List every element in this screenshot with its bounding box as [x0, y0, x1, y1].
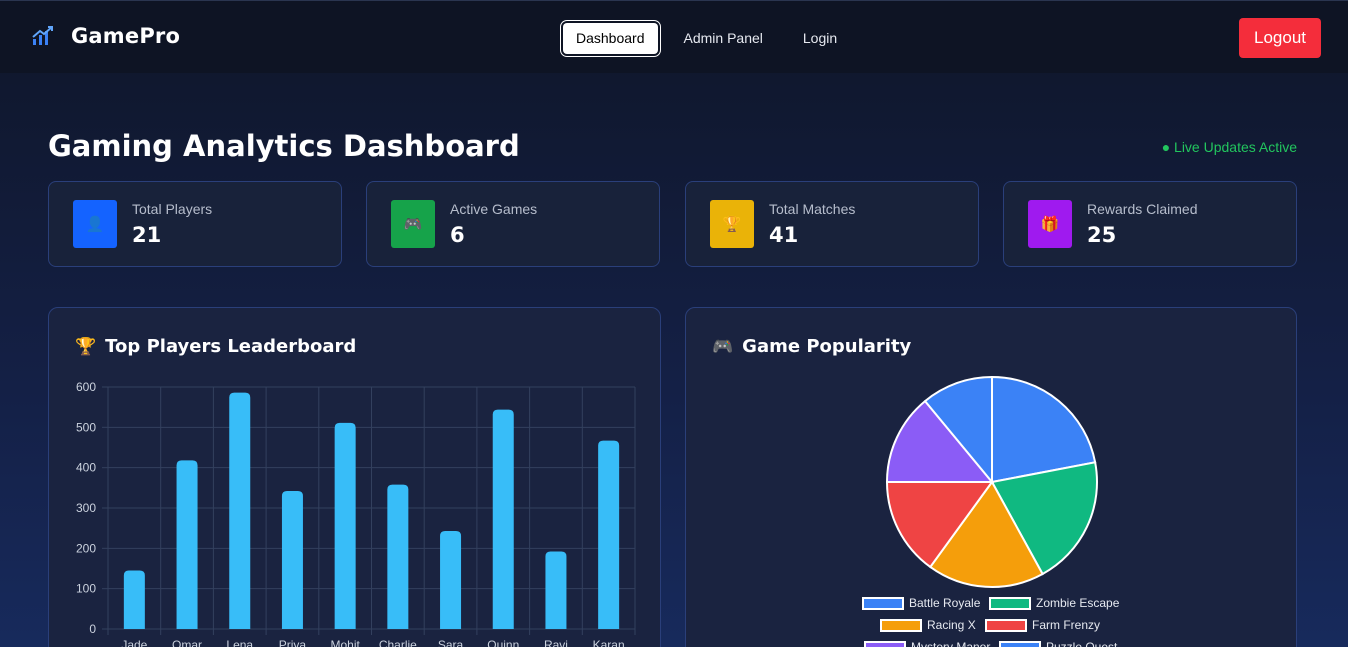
- logout-button[interactable]: Logout: [1239, 18, 1321, 58]
- y-tick-label: 0: [89, 622, 96, 636]
- legend-label: Farm Frenzy: [1032, 618, 1101, 632]
- bar-charlie[interactable]: [387, 484, 409, 629]
- navbar: GamePro Dashboard Admin Panel Login Logo…: [0, 0, 1348, 73]
- gamepad-icon: 🎮: [391, 200, 435, 248]
- player-icon: 👤: [73, 200, 117, 248]
- bar-ravi[interactable]: [545, 551, 567, 629]
- x-tick-label: Quinn: [487, 638, 519, 647]
- leaderboard-panel: 🏆 Top Players Leaderboard 0 100 200 300 400 5…: [48, 307, 661, 647]
- bar-priya[interactable]: [281, 491, 303, 629]
- legend-swatch: [864, 640, 906, 647]
- stat-card-active-games: 🎮 Active Games 6: [366, 181, 660, 267]
- stat-value: 21: [132, 223, 162, 247]
- legend-label: Mystery Manor: [911, 640, 991, 647]
- y-tick-label: 300: [76, 501, 96, 515]
- stat-card-total-players: 👤 Total Players 21: [48, 181, 342, 267]
- bar-mohit[interactable]: [334, 422, 356, 629]
- legend-item[interactable]: Farm Frenzy: [985, 618, 1100, 632]
- legend-label: Racing X: [927, 618, 976, 632]
- stat-value: 41: [769, 223, 799, 247]
- bar-quinn[interactable]: [492, 409, 514, 629]
- legend-item[interactable]: Zombie Escape: [989, 596, 1119, 610]
- legend-label: Battle Royale: [909, 596, 981, 610]
- legend-swatch: [985, 618, 1027, 632]
- stat-label: Active Games: [450, 201, 538, 217]
- x-tick-label: Priya: [279, 638, 307, 647]
- nav-link-admin-panel[interactable]: Admin Panel: [664, 22, 783, 54]
- main-nav: Dashboard Admin Panel Login: [563, 22, 857, 54]
- live-status: ● Live Updates Active: [1161, 139, 1297, 155]
- legend-swatch: [880, 618, 922, 632]
- gift-icon: 🎁: [1028, 200, 1072, 248]
- legend-swatch: [862, 596, 904, 610]
- x-tick-label: Karan: [593, 638, 625, 647]
- x-tick-label: Jade: [121, 638, 147, 647]
- bar-omar[interactable]: [176, 460, 198, 629]
- trophy-icon: 🏆: [710, 200, 754, 248]
- stat-card-rewards-claimed: 🎁 Rewards Claimed 25: [1003, 181, 1297, 267]
- stat-label: Rewards Claimed: [1087, 201, 1198, 217]
- legend-item[interactable]: Mystery Manor: [864, 640, 990, 647]
- legend-item[interactable]: Racing X: [880, 618, 976, 632]
- y-tick-label: 500: [76, 420, 96, 434]
- nav-link-dashboard[interactable]: Dashboard: [563, 22, 658, 54]
- x-tick-label: Sara: [438, 638, 464, 647]
- nav-link-login[interactable]: Login: [783, 22, 857, 54]
- legend-label: Puzzle Quest: [1046, 640, 1118, 647]
- legend-item[interactable]: Battle Royale: [862, 596, 980, 610]
- leaderboard-bar-chart: 0 100 200 300 400 500 600 Jade Omar Lena Priya Mohi…: [76, 380, 636, 647]
- brand[interactable]: GamePro: [31, 24, 180, 48]
- bar-lena[interactable]: [229, 392, 251, 629]
- x-tick-label: Mohit: [330, 638, 360, 647]
- x-tick-label: Lena: [226, 638, 253, 647]
- bar-karan[interactable]: [598, 440, 620, 629]
- legend-item[interactable]: Puzzle Quest: [999, 640, 1117, 647]
- y-tick-label: 400: [76, 461, 96, 475]
- x-tick-label: Ravi: [544, 638, 568, 647]
- x-tick-label: Charlie: [379, 638, 417, 647]
- brand-name: GamePro: [71, 24, 181, 48]
- stat-label: Total Players: [132, 201, 213, 217]
- y-tick-label: 200: [76, 541, 96, 555]
- y-tick-label: 600: [76, 380, 96, 394]
- legend-label: Zombie Escape: [1036, 596, 1120, 610]
- x-tick-label: Omar: [172, 638, 202, 647]
- page-title: Gaming Analytics Dashboard: [48, 129, 520, 163]
- bar-sara[interactable]: [440, 530, 462, 629]
- y-tick-label: 100: [76, 582, 96, 596]
- stat-label: Total Matches: [769, 201, 856, 217]
- stat-value: 25: [1087, 223, 1117, 247]
- legend-swatch: [999, 640, 1041, 647]
- stat-card-total-matches: 🏆 Total Matches 41: [685, 181, 979, 267]
- popularity-panel: 🎮 Game Popularity Battle Royale Zombie Es…: [685, 307, 1297, 647]
- chart-growth-icon: [32, 26, 53, 45]
- legend-swatch: [989, 596, 1031, 610]
- stat-value: 6: [450, 223, 465, 247]
- bar-jade[interactable]: [123, 570, 145, 629]
